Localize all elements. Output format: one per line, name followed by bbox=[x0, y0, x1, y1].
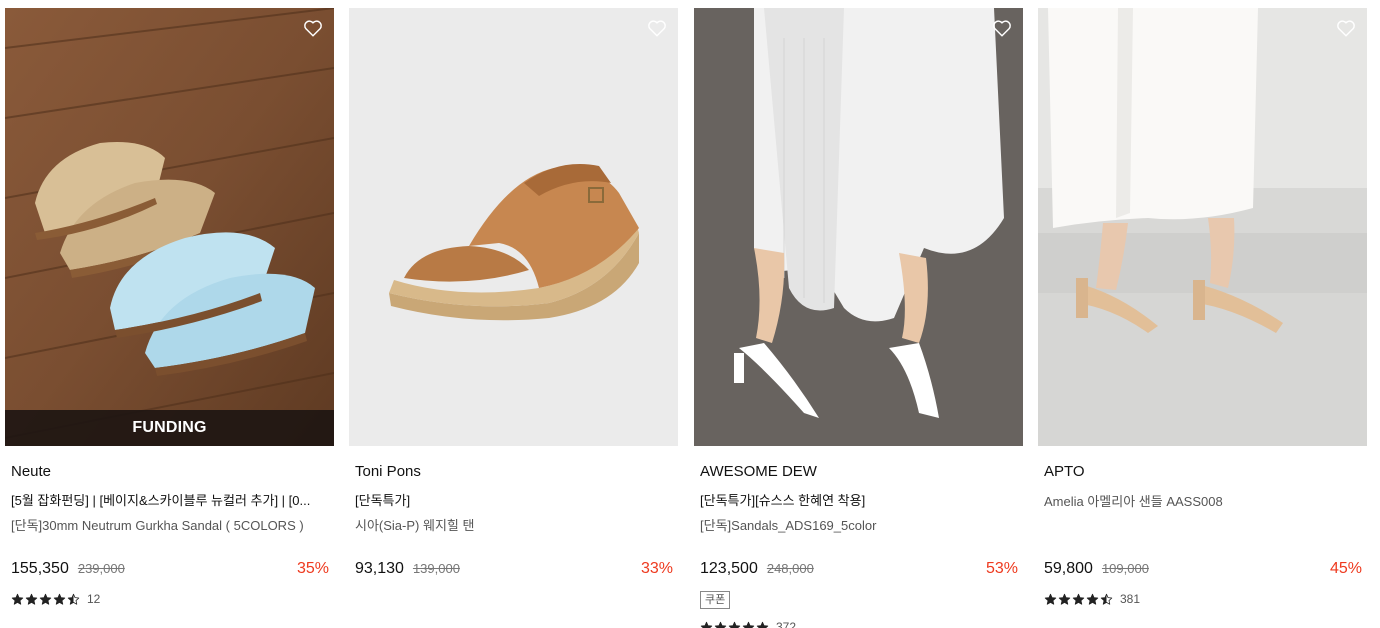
star-icon bbox=[1072, 593, 1085, 605]
sale-price: 155,350 bbox=[11, 560, 69, 577]
review-count: 372 bbox=[776, 620, 797, 628]
brand-name[interactable]: AWESOME DEW bbox=[700, 463, 1018, 481]
funding-badge: FUNDING bbox=[5, 410, 334, 446]
star-icon bbox=[1044, 593, 1057, 605]
price-row: 123,500 248,000 53% bbox=[700, 560, 1018, 580]
star-icon bbox=[1058, 593, 1071, 605]
star-icon bbox=[742, 621, 755, 628]
brand-name[interactable]: Neute bbox=[11, 463, 329, 481]
rating: 381 bbox=[1044, 592, 1140, 606]
sale-price: 123,500 bbox=[700, 560, 758, 577]
product-image[interactable] bbox=[1038, 8, 1367, 446]
star-icon bbox=[53, 593, 66, 605]
product-name[interactable]: Amelia 아멜리아 샌들 AASS008 bbox=[1044, 493, 1362, 510]
coupon-badge: 쿠폰 bbox=[700, 591, 731, 609]
product-name[interactable]: [단독]30mm Neutrum Gurkha Sandal ( 5COLORS… bbox=[11, 517, 329, 534]
original-price: 239,000 bbox=[77, 561, 125, 576]
wishlist-heart-icon[interactable] bbox=[646, 17, 668, 39]
sale-price: 93,130 bbox=[355, 560, 404, 577]
product-name[interactable]: 시아(Sia-P) 웨지힐 탠 bbox=[355, 517, 673, 534]
product-card-toni-pons[interactable]: Toni Pons [단독특가] 시아(Sia-P) 웨지힐 탠 93,130 … bbox=[349, 8, 678, 628]
rating: 372 bbox=[700, 620, 796, 628]
wishlist-heart-icon[interactable] bbox=[1335, 17, 1357, 39]
discount-rate: 53% bbox=[985, 560, 1018, 577]
wishlist-heart-icon[interactable] bbox=[991, 17, 1013, 39]
product-name[interactable]: [단독]Sandals_ADS169_5color bbox=[700, 517, 1018, 534]
product-card-awesome-dew[interactable]: AWESOME DEW [단독특가][슈스스 한혜연 착용] [단독]Sanda… bbox=[694, 8, 1023, 628]
promo-text[interactable]: [단독특가] bbox=[355, 492, 673, 509]
brand-name[interactable]: Toni Pons bbox=[355, 463, 673, 481]
star-icon bbox=[1086, 593, 1099, 605]
brand-name[interactable]: APTO bbox=[1044, 463, 1362, 481]
product-grid: FUNDING Neute [5월 잡화펀딩] | [베이지&스카이블루 뉴컬러… bbox=[5, 8, 1375, 628]
price-row: 59,800 109,000 45% bbox=[1044, 560, 1362, 580]
discount-rate: 45% bbox=[1329, 560, 1362, 577]
review-count: 381 bbox=[1120, 592, 1141, 606]
star-rating bbox=[11, 593, 81, 606]
star-icon bbox=[756, 621, 769, 628]
review-count: 12 bbox=[87, 592, 101, 606]
star-icon bbox=[39, 593, 52, 605]
rating: 12 bbox=[11, 592, 100, 606]
discount-rate: 33% bbox=[640, 560, 673, 577]
star-icon bbox=[1100, 593, 1113, 605]
product-image[interactable]: FUNDING bbox=[5, 8, 334, 446]
product-image[interactable] bbox=[694, 8, 1023, 446]
star-rating bbox=[1044, 593, 1114, 606]
star-icon bbox=[714, 621, 727, 628]
star-icon bbox=[25, 593, 38, 605]
star-icon bbox=[11, 593, 24, 605]
original-price: 139,000 bbox=[412, 561, 460, 576]
product-image[interactable] bbox=[349, 8, 678, 446]
sale-price: 59,800 bbox=[1044, 560, 1093, 577]
star-rating bbox=[700, 621, 770, 628]
price-row: 93,130 139,000 33% bbox=[355, 560, 673, 580]
price-row: 155,350 239,000 35% bbox=[11, 560, 329, 580]
product-card-neute[interactable]: FUNDING Neute [5월 잡화펀딩] | [베이지&스카이블루 뉴컬러… bbox=[5, 8, 334, 628]
star-icon bbox=[700, 621, 713, 628]
promo-text[interactable]: [5월 잡화펀딩] | [베이지&스카이블루 뉴컬러 추가] | [0... bbox=[11, 492, 329, 509]
promo-text[interactable]: [단독특가][슈스스 한혜연 착용] bbox=[700, 492, 1018, 509]
product-card-apto[interactable]: APTO Amelia 아멜리아 샌들 AASS008 59,800 109,0… bbox=[1038, 8, 1367, 628]
original-price: 109,000 bbox=[1101, 561, 1149, 576]
discount-rate: 35% bbox=[296, 560, 329, 577]
star-icon bbox=[67, 593, 80, 605]
wishlist-heart-icon[interactable] bbox=[302, 17, 324, 39]
original-price: 248,000 bbox=[766, 561, 814, 576]
star-icon bbox=[728, 621, 741, 628]
